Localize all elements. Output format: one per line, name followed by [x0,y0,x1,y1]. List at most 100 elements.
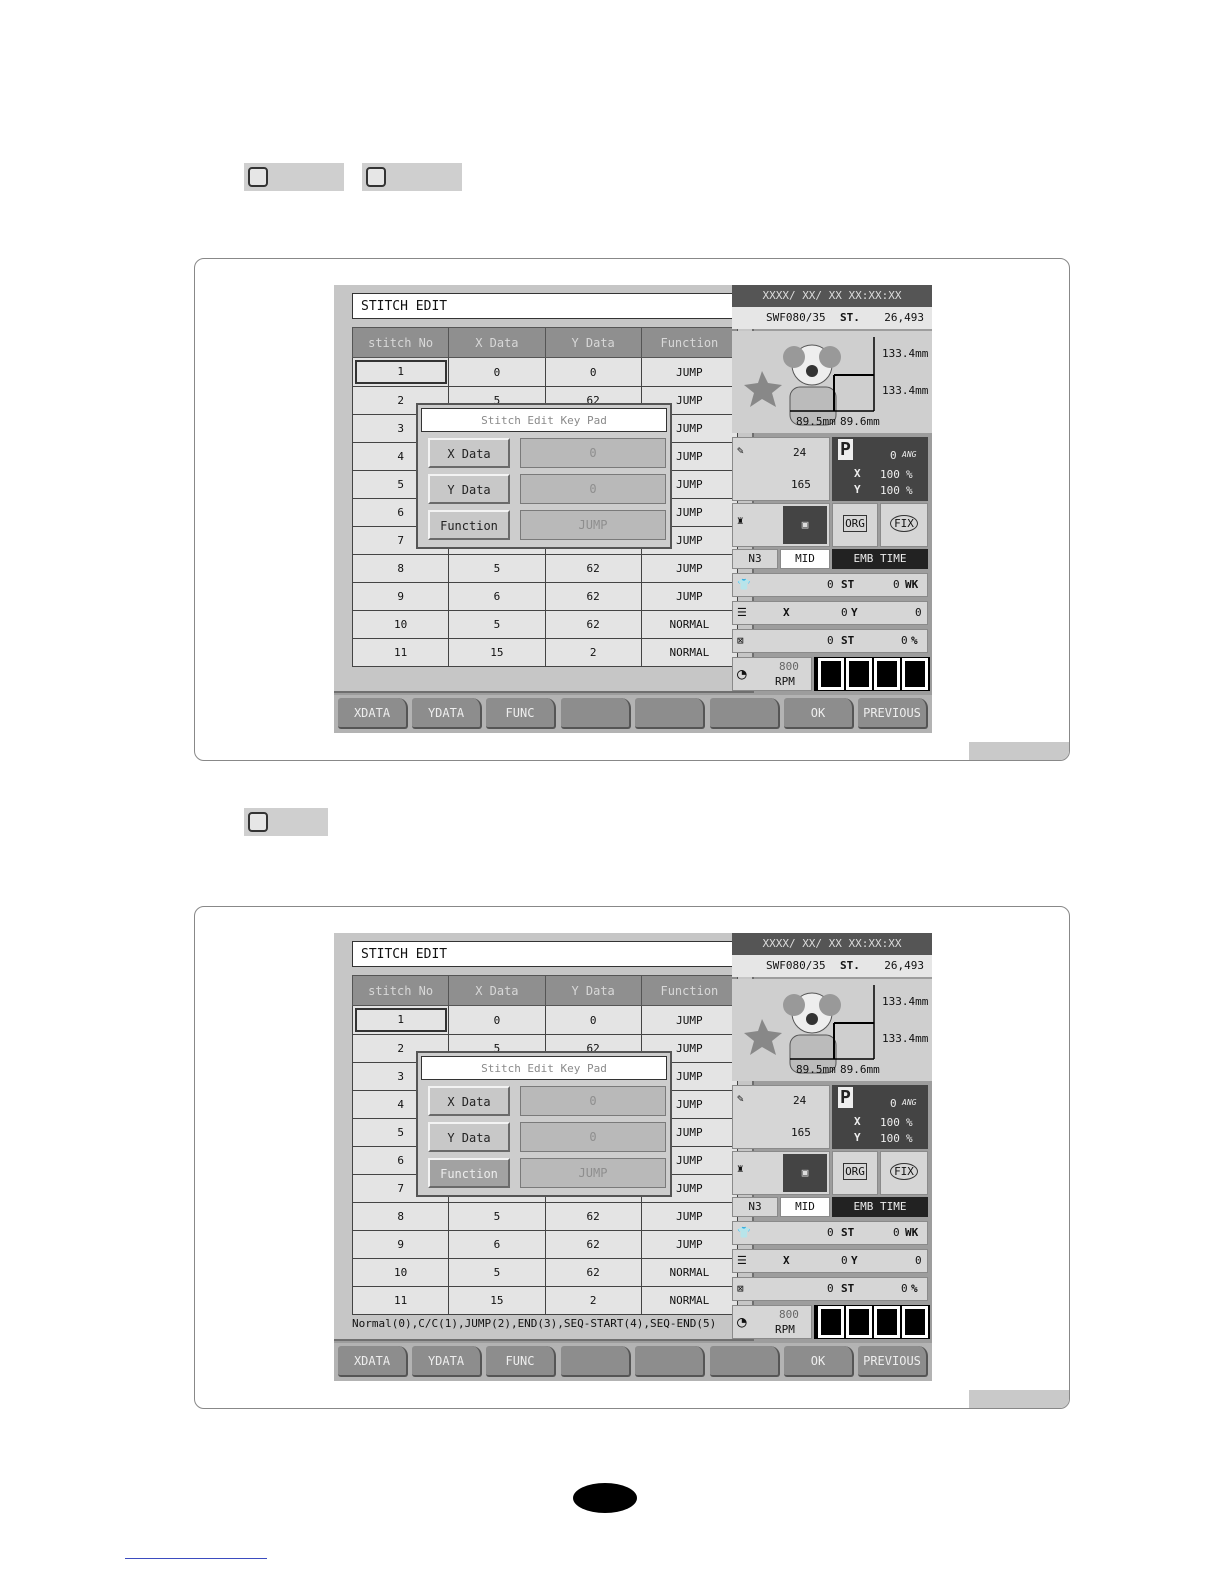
count-st-unit: ST [841,1226,855,1239]
table-row[interactable]: 1 0 0 JUMP [351,357,739,387]
stitch-no-cell[interactable]: 1 [351,1005,450,1035]
x-data-cell[interactable]: 5 [448,1202,546,1231]
x-data-field[interactable]: 0 [520,1086,666,1116]
y-data-cell[interactable]: 62 [544,554,642,583]
x-data-cell[interactable]: 5 [448,554,546,583]
xdata-softkey[interactable]: XDATA [338,698,408,729]
table-row[interactable]: 1 0 0 JUMP [351,1005,739,1035]
function-cell[interactable]: NORMAL [640,638,739,667]
function-cell[interactable]: JUMP [640,554,739,583]
table-row[interactable]: 10 5 62 NORMAL [351,610,739,639]
rpm-value: 800 [779,660,799,673]
xdata-softkey[interactable]: XDATA [338,1346,408,1377]
function-cell[interactable]: NORMAL [640,1286,739,1315]
table-row[interactable]: 8 5 62 JUMP [351,554,739,583]
x-data-cell[interactable]: 15 [448,1286,546,1315]
function-cell[interactable]: JUMP [640,1230,739,1259]
x-data-button[interactable]: X Data [428,1086,510,1116]
table-row[interactable]: 10 5 62 NORMAL [351,1258,739,1287]
datetime: XXXX/ XX/ XX XX:XX:XX [732,285,932,307]
x-data-cell[interactable]: 6 [448,1230,546,1259]
y-data-cell[interactable]: 62 [544,1230,642,1259]
function-field[interactable]: JUMP [520,1158,666,1188]
y-data-cell[interactable]: 62 [544,1258,642,1287]
func-softkey[interactable]: FUNC [486,698,556,729]
y-data-cell[interactable]: 62 [544,610,642,639]
previous-softkey[interactable]: PREVIOUS [858,698,928,729]
stitch-no-cell[interactable]: 11 [351,638,450,667]
selected-stitch[interactable]: 1 [354,360,447,384]
table-row[interactable]: 8 5 62 JUMP [351,1202,739,1231]
blank-softkey-1[interactable] [561,1346,631,1377]
stitch-no-cell[interactable]: 8 [351,1202,450,1231]
ydata-softkey[interactable]: YDATA [412,1346,482,1377]
func-softkey[interactable]: FUNC [486,1346,556,1377]
x-data-cell[interactable]: 5 [448,1258,546,1287]
org-label: ORG [843,515,867,532]
blank-softkey-3[interactable] [710,698,780,729]
frame-icon[interactable]: ▣ [783,1154,827,1192]
x-data-cell[interactable]: 15 [448,638,546,667]
y-data-field[interactable]: 0 [520,474,666,504]
x-data-field[interactable]: 0 [520,438,666,468]
stitch-no-cell[interactable]: 11 [351,1286,450,1315]
function-cell[interactable]: JUMP [640,582,739,611]
function-field[interactable]: JUMP [520,510,666,540]
col-stitch-no: stitch No [351,975,450,1006]
status-panel: XXXX/ XX/ XX XX:XX:XX SWF080/35 ST. 26,4… [732,933,932,1339]
function-cell[interactable]: JUMP [640,357,739,387]
function-button[interactable]: Function [428,510,510,540]
org-button[interactable]: ORG [832,1151,878,1195]
function-cell[interactable]: JUMP [640,1202,739,1231]
rpm-box: ◔ 800 RPM [732,1305,812,1339]
selected-stitch[interactable]: 1 [354,1008,447,1032]
screenshot-frame-2: STITCH EDIT stitch No X Data Y Data Func… [194,906,1070,1409]
blank-softkey-2[interactable] [635,698,705,729]
y-data-cell[interactable]: 2 [544,1286,642,1315]
fix-button[interactable]: FIX [880,503,928,547]
stitch-no-cell[interactable]: 10 [351,610,450,639]
blank-softkey-1[interactable] [561,698,631,729]
p-icon: P [838,1087,853,1108]
function-cell[interactable]: JUMP [640,1005,739,1035]
previous-softkey[interactable]: PREVIOUS [858,1346,928,1377]
table-row[interactable]: 9 6 62 JUMP [351,582,739,611]
blank-softkey-2[interactable] [635,1346,705,1377]
x-data-button[interactable]: X Data [428,438,510,468]
count-st: 0 [827,578,834,591]
stitch-no-cell[interactable]: 1 [351,357,450,387]
ydata-softkey[interactable]: YDATA [412,698,482,729]
stitch-no-cell[interactable]: 9 [351,1230,450,1259]
x-data-cell[interactable]: 0 [448,357,546,387]
ok-softkey[interactable]: OK [784,698,854,729]
y-data-field[interactable]: 0 [520,1122,666,1152]
x-data-cell[interactable]: 5 [448,610,546,639]
y-data-button[interactable]: Y Data [428,474,510,504]
ok-softkey[interactable]: OK [784,1346,854,1377]
stitch-no-cell[interactable]: 8 [351,554,450,583]
y-data-cell[interactable]: 62 [544,1202,642,1231]
stitch-no-cell[interactable]: 10 [351,1258,450,1287]
blank-softkey-3[interactable] [710,1346,780,1377]
x-data-cell[interactable]: 6 [448,582,546,611]
org-button[interactable]: ORG [832,503,878,547]
stitch-edit-keypad: Stitch Edit Key Pad X Data 0 Y Data 0 Fu… [416,1051,672,1197]
y-data-cell[interactable]: 0 [544,357,642,387]
table-row[interactable]: 11 15 2 NORMAL [351,1286,739,1315]
y-data-button[interactable]: Y Data [428,1122,510,1152]
y-data-cell[interactable]: 0 [544,1005,642,1035]
frame-icon[interactable]: ▣ [783,506,827,544]
function-cell[interactable]: NORMAL [640,1258,739,1287]
y-data-cell[interactable]: 62 [544,582,642,611]
needle-info: ✎ 24 165 [732,1085,830,1149]
table-row[interactable]: 9 6 62 JUMP [351,1230,739,1259]
fix-button[interactable]: FIX [880,1151,928,1195]
function-cell[interactable]: NORMAL [640,610,739,639]
y-data-cell[interactable]: 2 [544,638,642,667]
x-data-cell[interactable]: 0 [448,1005,546,1035]
stitch-no-cell[interactable]: 9 [351,582,450,611]
needle-info: ✎ 24 165 [732,437,830,501]
stitch-edit-title: STITCH EDIT [352,941,742,967]
function-button[interactable]: Function [428,1158,510,1188]
table-row[interactable]: 11 15 2 NORMAL [351,638,739,667]
